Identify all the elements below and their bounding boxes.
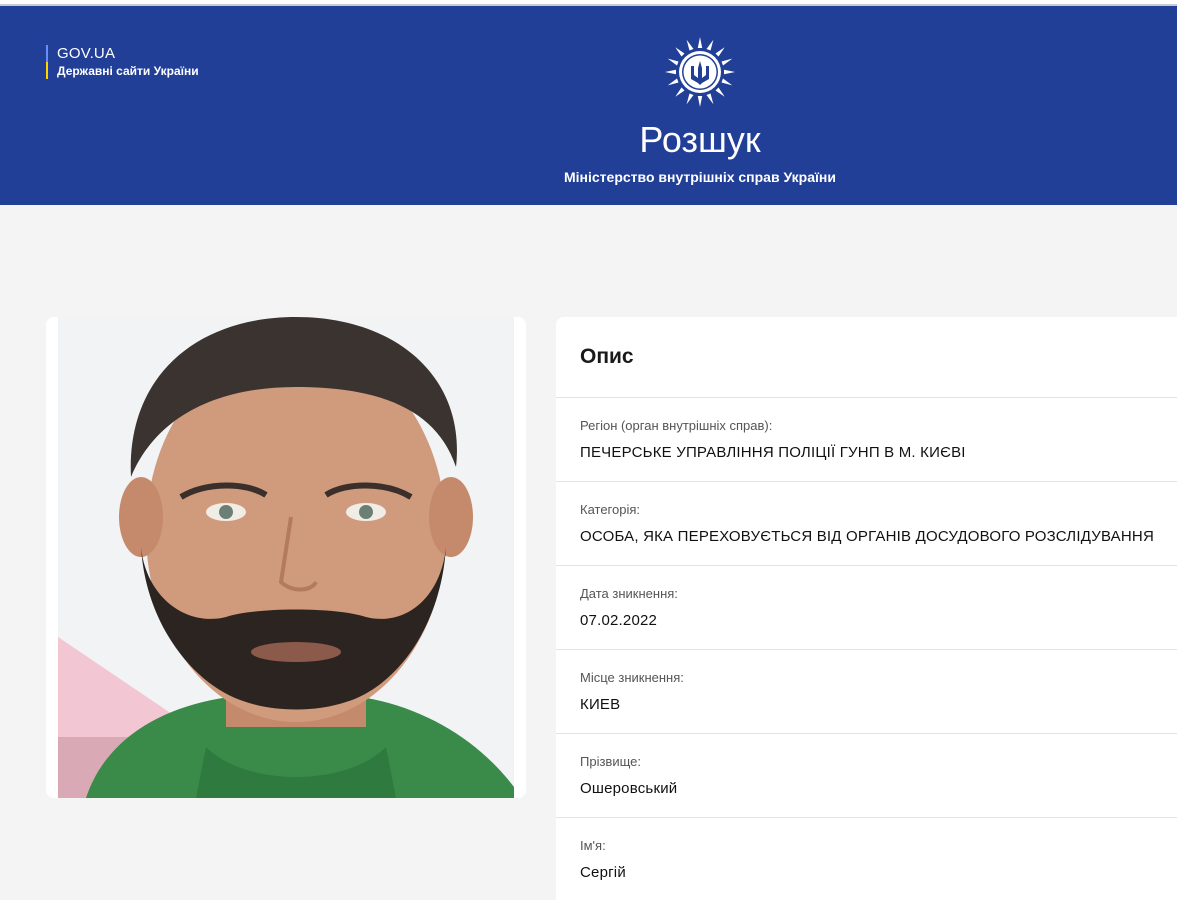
category-label: Категорія: bbox=[580, 502, 641, 517]
name-label: Ім'я: bbox=[580, 838, 606, 853]
page-site-title: Розшук bbox=[639, 119, 761, 160]
place-value: КИЕВ bbox=[580, 696, 621, 713]
person-photo-card bbox=[46, 317, 526, 798]
name-value: Сергій bbox=[580, 864, 626, 881]
info-row-date: Дата зникнення: 07.02.2022 bbox=[556, 565, 1177, 649]
flag-yellow-bar bbox=[46, 62, 48, 79]
info-row-region: Регіон (орган внутрішніх справ): ПЕЧЕРСЬ… bbox=[556, 397, 1177, 481]
info-row-surname: Прізвище: Ошеровський bbox=[556, 733, 1177, 817]
date-label: Дата зникнення: bbox=[580, 586, 678, 601]
gov-ua-subtitle: Державні сайти України bbox=[57, 64, 199, 78]
person-photo-icon bbox=[46, 317, 526, 798]
gov-ua-title: GOV.UA bbox=[57, 45, 116, 62]
date-value: 07.02.2022 bbox=[580, 612, 658, 629]
description-heading: Опис bbox=[580, 345, 634, 368]
description-card: Опис Регіон (орган внутрішніх справ): ПЕ… bbox=[556, 317, 1177, 900]
region-value: ПЕЧЕРСЬКЕ УПРАВЛІННЯ ПОЛІЦІЇ ГУНП В М. К… bbox=[580, 444, 966, 461]
police-emblem-icon bbox=[665, 37, 735, 107]
surname-label: Прізвище: bbox=[580, 754, 641, 769]
info-row-place: Місце зникнення: КИЕВ bbox=[556, 649, 1177, 733]
site-header: GOV.UA Державні сайти України Розшук Мін… bbox=[0, 6, 1177, 205]
region-label: Регіон (орган внутрішніх справ): bbox=[580, 418, 773, 433]
flag-blue-bar bbox=[46, 45, 48, 62]
info-row-category: Категорія: ОСОБА, ЯКА ПЕРЕХОВУЄТЬСЯ ВІД … bbox=[556, 481, 1177, 565]
gov-ua-link[interactable]: GOV.UA Державні сайти України bbox=[46, 45, 199, 79]
ministry-subtitle: Міністерство внутрішніх справ України bbox=[564, 169, 836, 185]
info-row-name: Ім'я: Сергій bbox=[556, 817, 1177, 900]
category-value: ОСОБА, ЯКА ПЕРЕХОВУЄТЬСЯ ВІД ОРГАНІВ ДОС… bbox=[580, 528, 1154, 545]
place-label: Місце зникнення: bbox=[580, 670, 684, 685]
surname-value: Ошеровський bbox=[580, 780, 678, 797]
